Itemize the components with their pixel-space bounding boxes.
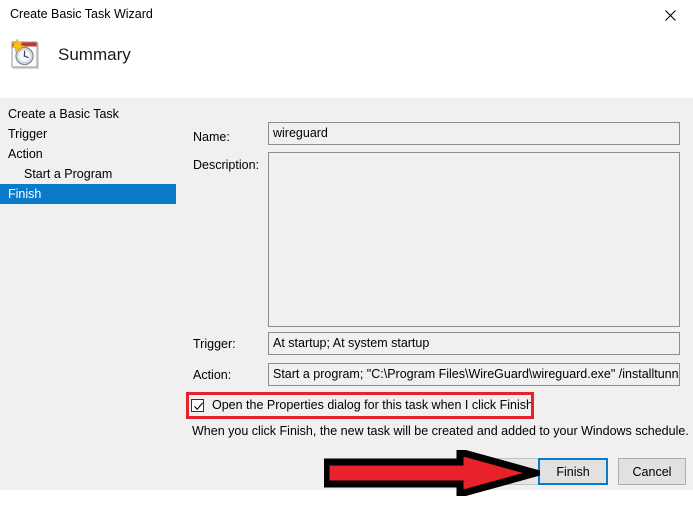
sidebar-item-trigger[interactable]: Trigger [0, 124, 180, 144]
calendar-clock-icon [8, 38, 44, 72]
action-label: Action: [193, 368, 231, 382]
title-bar: Create Basic Task Wizard [0, 0, 693, 98]
page-title: Summary [58, 45, 131, 65]
sidebar-item-start-a-program[interactable]: Start a Program [0, 164, 180, 184]
name-field[interactable]: wireguard [268, 122, 680, 145]
create-basic-task-wizard-window: Create Basic Task Wizard [0, 0, 693, 490]
description-field[interactable] [268, 152, 680, 327]
action-field[interactable]: Start a program; "C:\Program Files\WireG… [268, 363, 680, 386]
finish-hint-text: When you click Finish, the new task will… [192, 424, 689, 438]
open-properties-checkbox-label: Open the Properties dialog for this task… [212, 398, 533, 412]
finish-button[interactable]: Finish [538, 458, 608, 485]
sidebar-item-action[interactable]: Action [0, 144, 180, 164]
open-properties-checkbox-row[interactable]: Open the Properties dialog for this task… [191, 398, 533, 412]
close-icon [665, 10, 676, 21]
description-label: Description: [193, 158, 259, 172]
trigger-field[interactable]: At startup; At system startup [268, 332, 680, 355]
name-label: Name: [193, 130, 230, 144]
close-button[interactable] [647, 0, 693, 30]
checkmark-icon [193, 401, 204, 412]
sidebar-item-create-a-basic-task[interactable]: Create a Basic Task [0, 104, 180, 124]
cancel-button[interactable]: Cancel [618, 458, 686, 485]
trigger-label: Trigger: [193, 337, 236, 351]
window-title: Create Basic Task Wizard [10, 7, 153, 21]
open-properties-checkbox[interactable] [191, 399, 204, 412]
sidebar-item-finish[interactable]: Finish [0, 184, 176, 204]
back-button[interactable]: Back [462, 458, 542, 485]
wizard-step-list: Create a Basic Task Trigger Action Start… [0, 104, 180, 204]
